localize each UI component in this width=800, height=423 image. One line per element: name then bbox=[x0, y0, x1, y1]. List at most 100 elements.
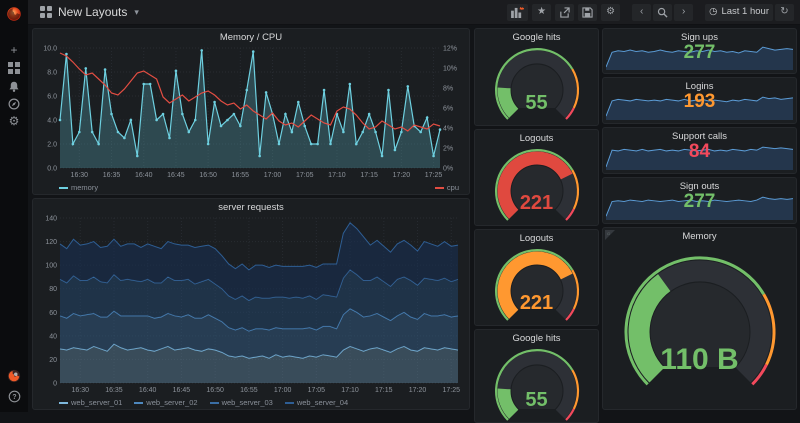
dashboard-title-button[interactable]: New Layouts ▾ bbox=[40, 5, 139, 19]
legend-item[interactable]: web_server_01 bbox=[59, 398, 122, 407]
svg-text:17:10: 17:10 bbox=[341, 387, 359, 394]
plus-icon[interactable]: + bbox=[0, 42, 28, 58]
user-avatar[interactable] bbox=[0, 368, 28, 384]
dashboards-icon[interactable] bbox=[0, 60, 28, 76]
add-panel-button[interactable] bbox=[507, 4, 528, 21]
svg-text:0.0: 0.0 bbox=[47, 166, 57, 173]
panel-title[interactable]: Memory bbox=[603, 231, 796, 242]
svg-text:8%: 8% bbox=[443, 86, 453, 93]
svg-text:16:35: 16:35 bbox=[103, 172, 121, 179]
svg-text:G: G bbox=[607, 231, 610, 236]
time-back-button[interactable]: ‹ bbox=[632, 4, 651, 21]
time-range-picker[interactable]: ◷ Last 1 hour bbox=[705, 4, 773, 21]
svg-text:16:50: 16:50 bbox=[206, 387, 224, 394]
legend-item[interactable]: memory bbox=[59, 183, 98, 192]
legend-item[interactable]: web_server_02 bbox=[134, 398, 197, 407]
svg-text:100: 100 bbox=[45, 263, 57, 270]
share-button[interactable] bbox=[555, 4, 574, 21]
explore-compass-icon[interactable] bbox=[0, 96, 28, 112]
svg-text:16:50: 16:50 bbox=[199, 172, 217, 179]
share-icon bbox=[559, 7, 570, 18]
svg-text:16:30: 16:30 bbox=[71, 172, 89, 179]
svg-text:80: 80 bbox=[49, 286, 57, 293]
svg-text:0%: 0% bbox=[443, 166, 453, 173]
panel-corner-icon[interactable]: G bbox=[605, 230, 615, 240]
panel-logouts-gauge-1: Logouts 221 bbox=[474, 129, 599, 226]
svg-text:16:35: 16:35 bbox=[105, 387, 123, 394]
svg-text:6%: 6% bbox=[443, 106, 453, 113]
sidebar: + ⚙ ? bbox=[0, 0, 28, 412]
server-requests-chart[interactable]: 16:3016:3516:4016:4516:5016:5517:0017:05… bbox=[36, 215, 466, 396]
zoom-out-button[interactable] bbox=[653, 4, 672, 21]
svg-text:8.0: 8.0 bbox=[47, 70, 57, 77]
grafana-logo[interactable] bbox=[5, 5, 23, 23]
chevron-down-icon: ▾ bbox=[134, 7, 139, 18]
refresh-button[interactable]: ↻ bbox=[775, 4, 794, 21]
gauge-value: 221 bbox=[475, 192, 598, 215]
svg-text:120: 120 bbox=[45, 239, 57, 246]
star-button[interactable]: ★ bbox=[532, 4, 551, 21]
svg-text:17:25: 17:25 bbox=[425, 172, 443, 179]
panel-logouts-gauge-2: Logouts 221 bbox=[474, 229, 599, 326]
panel-title[interactable]: Logouts bbox=[475, 233, 598, 244]
svg-text:16:55: 16:55 bbox=[232, 172, 250, 179]
svg-text:4%: 4% bbox=[443, 126, 453, 133]
legend: memory cpu bbox=[59, 183, 459, 192]
svg-text:4.0: 4.0 bbox=[47, 118, 57, 125]
svg-text:17:20: 17:20 bbox=[409, 387, 427, 394]
chevron-left-icon: ‹ bbox=[640, 7, 643, 17]
svg-text:16:40: 16:40 bbox=[135, 172, 153, 179]
svg-text:16:45: 16:45 bbox=[167, 172, 185, 179]
svg-text:10%: 10% bbox=[443, 66, 457, 73]
panel-server-requests: server requests 16:3016:3516:4016:4516:5… bbox=[32, 198, 470, 410]
svg-text:17:05: 17:05 bbox=[308, 387, 326, 394]
svg-text:16:45: 16:45 bbox=[173, 387, 191, 394]
svg-text:12%: 12% bbox=[443, 46, 457, 53]
svg-text:17:25: 17:25 bbox=[442, 387, 460, 394]
svg-text:17:20: 17:20 bbox=[393, 172, 411, 179]
stat-value: 277 bbox=[603, 42, 796, 64]
svg-text:2.0: 2.0 bbox=[47, 142, 57, 149]
alerting-bell-icon[interactable] bbox=[0, 79, 28, 95]
legend-item[interactable]: web_server_03 bbox=[210, 398, 273, 407]
panel-support-calls: Support calls 84 bbox=[602, 127, 797, 174]
svg-text:140: 140 bbox=[45, 216, 57, 223]
help-icon[interactable]: ? bbox=[0, 388, 28, 404]
panel-title[interactable]: server requests bbox=[33, 202, 469, 213]
gauge-value: 221 bbox=[475, 292, 598, 315]
panel-sign-outs: Sign outs 277 bbox=[602, 177, 797, 224]
gauge-value: 55 bbox=[475, 389, 598, 412]
svg-text:20: 20 bbox=[49, 357, 57, 364]
svg-text:60: 60 bbox=[49, 310, 57, 317]
panel-title[interactable]: Logouts bbox=[475, 133, 598, 144]
svg-text:16:30: 16:30 bbox=[71, 387, 89, 394]
star-icon: ★ bbox=[537, 7, 546, 17]
settings-gear-icon[interactable]: ⚙ bbox=[0, 113, 28, 129]
svg-text:6.0: 6.0 bbox=[47, 94, 57, 101]
svg-text:17:10: 17:10 bbox=[328, 172, 346, 179]
legend-item[interactable]: web_server_04 bbox=[285, 398, 348, 407]
save-button[interactable] bbox=[578, 4, 597, 21]
svg-text:16:55: 16:55 bbox=[240, 387, 258, 394]
gear-icon: ⚙ bbox=[606, 7, 615, 17]
refresh-icon: ↻ bbox=[780, 7, 788, 17]
panel-title[interactable]: Google hits bbox=[475, 32, 598, 43]
panel-title[interactable]: Google hits bbox=[475, 333, 598, 344]
stat-value: 193 bbox=[603, 91, 796, 113]
svg-text:40: 40 bbox=[49, 333, 57, 340]
time-forward-button[interactable]: › bbox=[674, 4, 693, 21]
chevron-right-icon: › bbox=[682, 7, 685, 17]
settings-button[interactable]: ⚙ bbox=[601, 4, 620, 21]
page-title: New Layouts bbox=[58, 5, 127, 19]
panel-title[interactable]: Memory / CPU bbox=[33, 32, 469, 43]
stat-value: 277 bbox=[603, 191, 796, 213]
svg-text:17:00: 17:00 bbox=[264, 172, 282, 179]
navbar: New Layouts ▾ ★ ⚙ ‹ › ◷ Last 1 hour ↻ bbox=[28, 0, 800, 25]
svg-text:?: ? bbox=[12, 393, 16, 400]
legend-item[interactable]: cpu bbox=[435, 183, 459, 192]
save-icon bbox=[582, 7, 593, 18]
svg-text:17:05: 17:05 bbox=[296, 172, 314, 179]
svg-text:0: 0 bbox=[53, 381, 57, 388]
memory-cpu-chart[interactable]: 16:30 16:35 16:40 16:45 16:50 16:55 17:00 17:05… bbox=[36, 45, 466, 181]
svg-text:17:15: 17:15 bbox=[360, 172, 378, 179]
